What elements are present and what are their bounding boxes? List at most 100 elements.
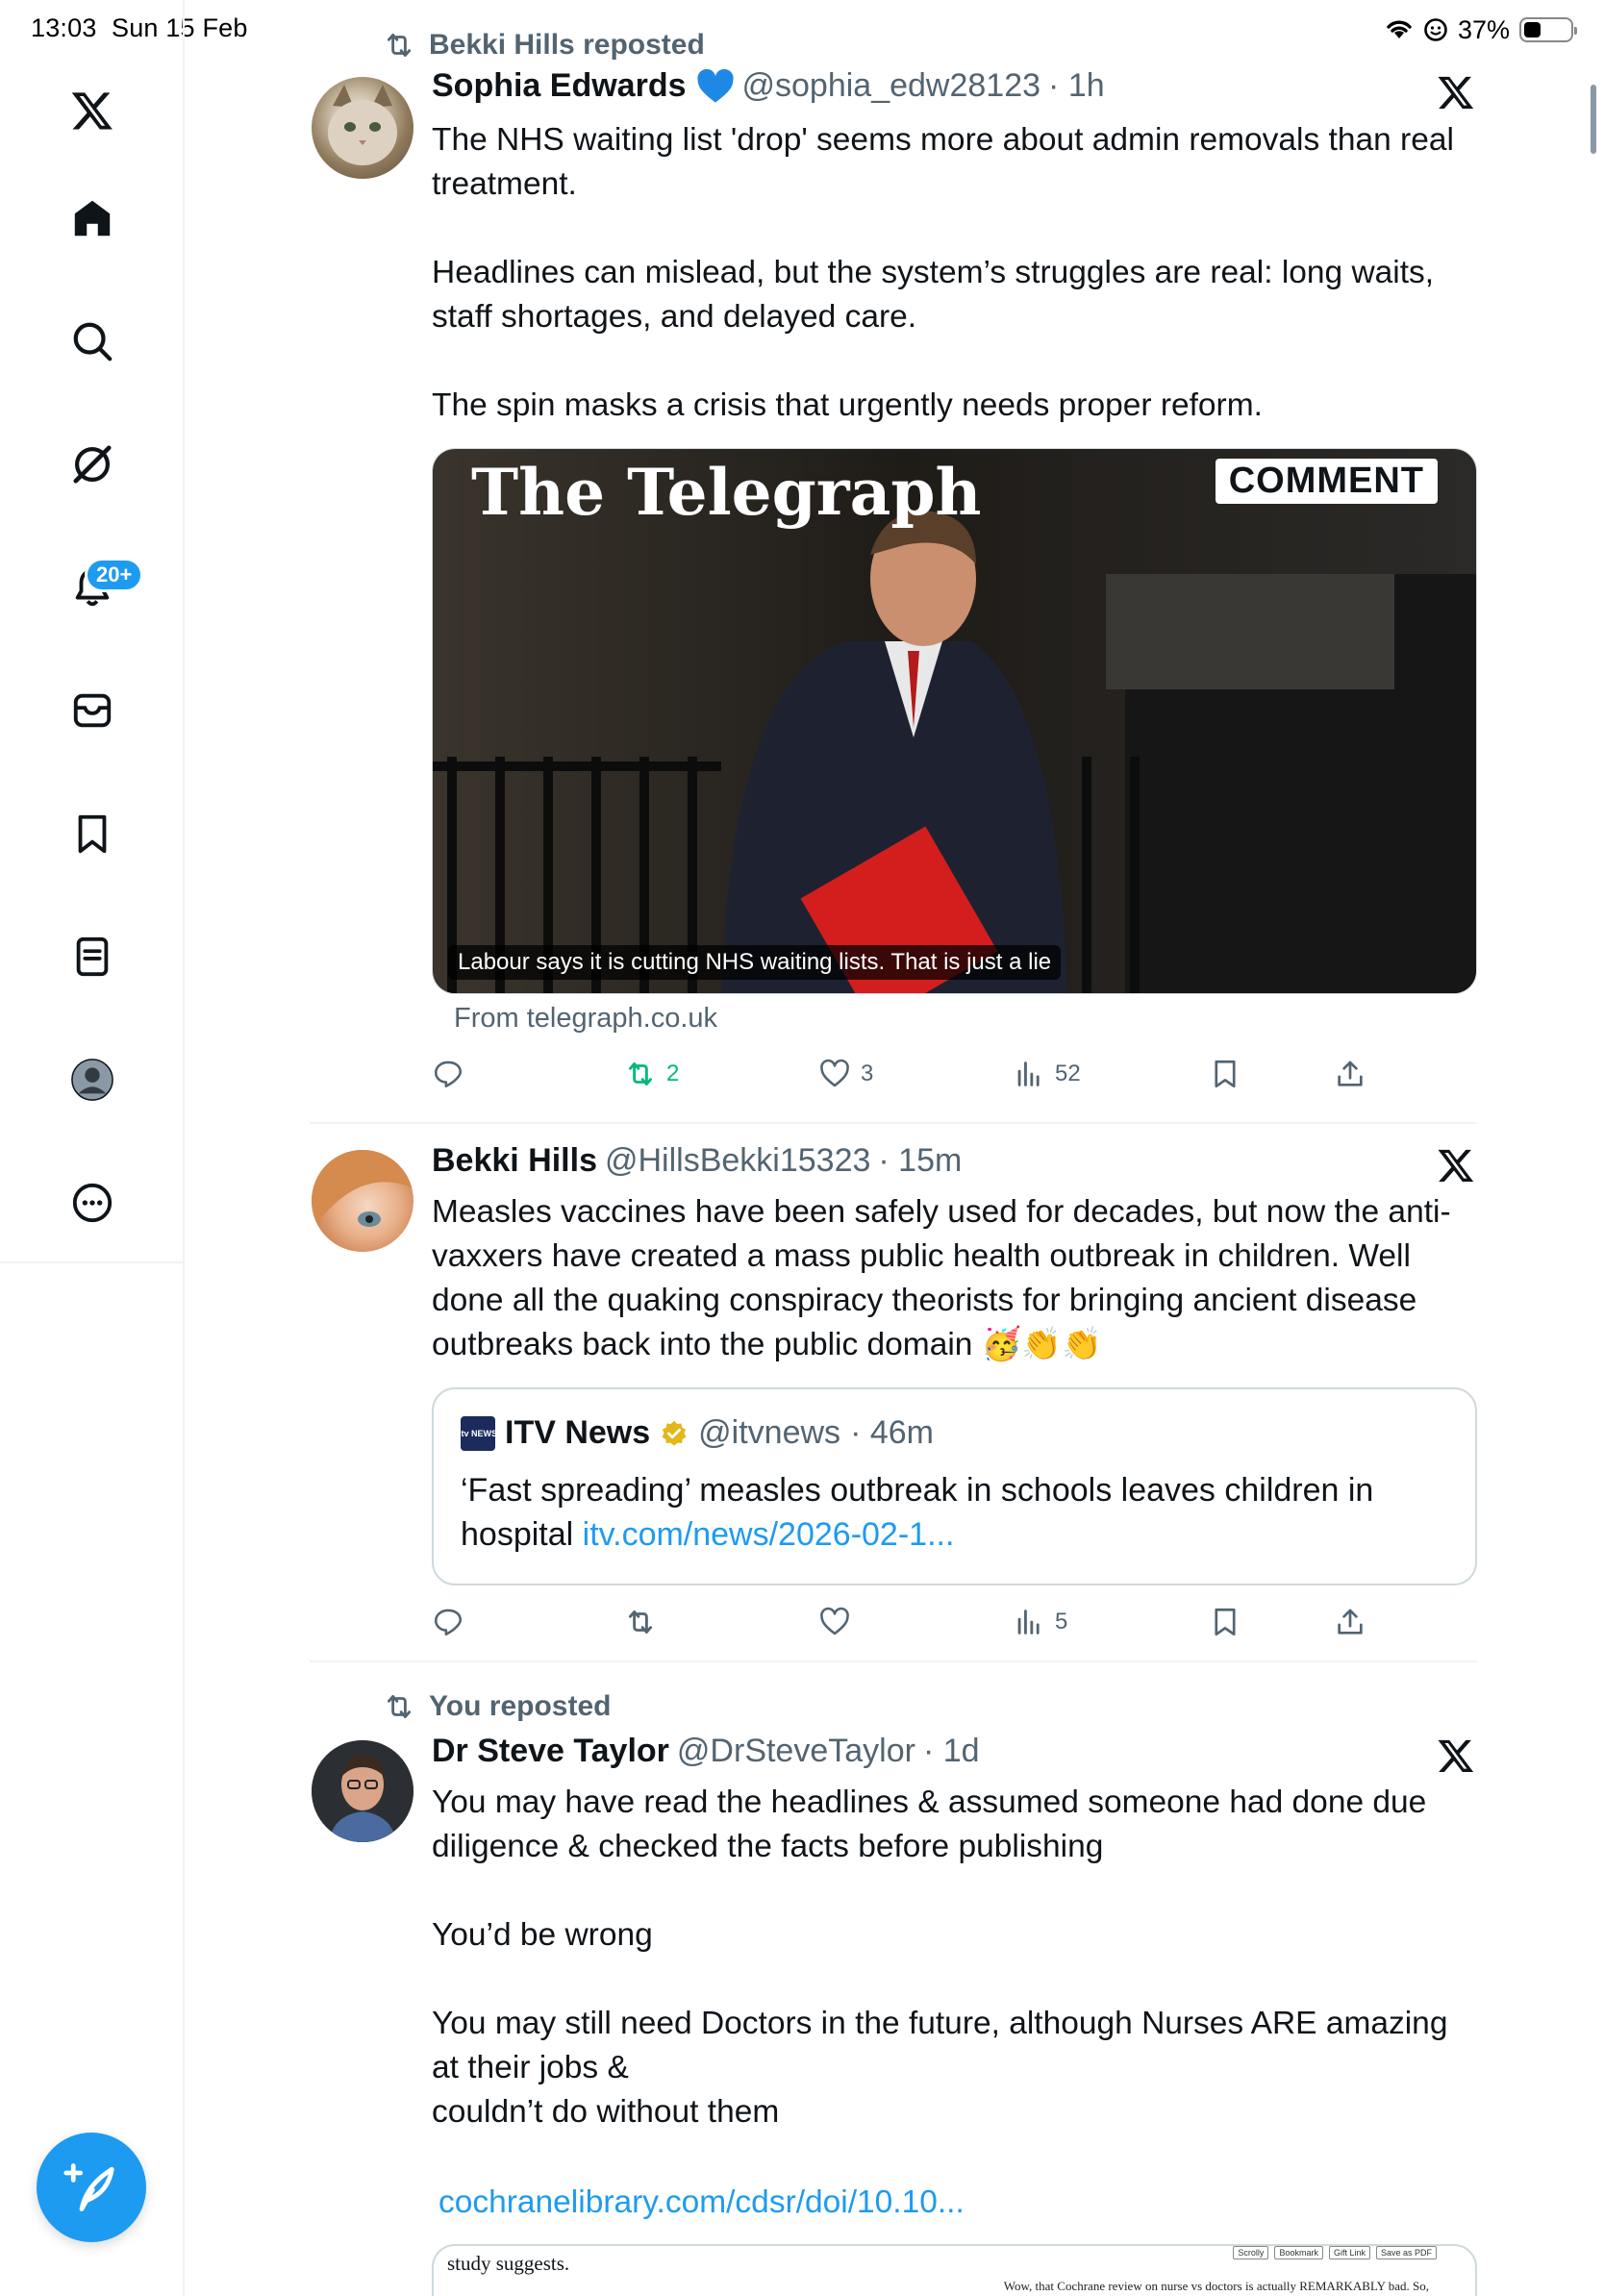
- reply-button[interactable]: [432, 1058, 464, 1090]
- author-handle[interactable]: @sophia_edw28123: [742, 67, 1041, 105]
- avatar[interactable]: [312, 1150, 414, 1252]
- preview-tool: Bookmark: [1274, 2246, 1323, 2259]
- home-icon[interactable]: [63, 188, 122, 248]
- status-right: 37%: [1385, 13, 1577, 46]
- article-image[interactable]: The Telegraph COMMENT Labour says it is …: [432, 448, 1477, 994]
- blue-heart-icon: [696, 68, 734, 103]
- telegraph-masthead: The Telegraph: [471, 455, 982, 530]
- tweet-time: · 1d: [922, 1733, 980, 1769]
- tweet-divider: [310, 1122, 1477, 1124]
- like-button[interactable]: 3: [818, 1058, 873, 1090]
- views-count: 5: [1055, 1609, 1068, 1635]
- repost-button[interactable]: 2: [624, 1058, 679, 1090]
- share-button[interactable]: [1334, 1058, 1366, 1090]
- search-icon[interactable]: [63, 312, 122, 371]
- quote-author-name[interactable]: ITV News: [505, 1414, 650, 1452]
- share-icon: [1338, 1061, 1363, 1086]
- repost-icon: [628, 1061, 653, 1086]
- preview-text: study suggests.: [447, 2252, 570, 2275]
- messages-icon[interactable]: [63, 681, 122, 740]
- share-button[interactable]: [1334, 1606, 1366, 1638]
- tweet-actions: 5: [432, 1606, 1393, 1644]
- quote-time: · 46m: [850, 1414, 934, 1451]
- preview-note: Wow, that Cochrane review on nurse vs do…: [1003, 2279, 1429, 2293]
- preview-tool: Save as PDF: [1375, 2246, 1437, 2259]
- battery-level: [1524, 22, 1541, 37]
- focus-smiley-icon: [1424, 18, 1447, 41]
- avatar[interactable]: [312, 1740, 414, 1842]
- heart-icon: [820, 1607, 849, 1635]
- author-name[interactable]: Bekki Hills: [432, 1142, 597, 1180]
- repost-count: 2: [666, 1061, 680, 1086]
- wifi-icon: [1387, 20, 1412, 38]
- x-logo-icon[interactable]: [63, 81, 122, 140]
- tweet-time: · 15m: [878, 1142, 963, 1179]
- tweet-time: · 1h: [1048, 67, 1105, 104]
- quoted-tweet[interactable]: itv NEWS ITV News @itvnews · 46m ‘Fast s…: [432, 1387, 1477, 1585]
- tweet-header: Bekki Hills @HillsBekki15323 · 15m: [432, 1142, 962, 1180]
- tweet-text: Measles vaccines have been safely used f…: [432, 1194, 1451, 1362]
- author-handle[interactable]: @DrSteveTaylor: [677, 1733, 915, 1770]
- link-preview-card[interactable]: study suggests. Scrolly Bookmark Gift Li…: [432, 2244, 1477, 2296]
- views-icon: [1017, 1061, 1040, 1086]
- comment-tag: COMMENT: [1215, 459, 1438, 504]
- views-icon: [1017, 1610, 1040, 1635]
- article-caption: Labour says it is cutting NHS waiting li…: [448, 945, 1062, 980]
- heart-icon: [820, 1059, 849, 1087]
- tweet-text: You may have read the headlines & assume…: [432, 1784, 1448, 2130]
- reply-icon: [434, 1609, 463, 1636]
- repost-indicator: Bekki Hills reposted: [383, 29, 705, 62]
- grok-icon[interactable]: [63, 435, 122, 494]
- profile-avatar-icon[interactable]: [63, 1050, 122, 1110]
- sidebar-divider: [0, 1261, 185, 1263]
- tweet-actions: 2 3 52: [432, 1058, 1393, 1096]
- bookmark-button[interactable]: [1209, 1606, 1241, 1638]
- author-name[interactable]: Dr Steve Taylor: [432, 1733, 669, 1770]
- preview-toolbar: Scrolly Bookmark Gift Link Save as PDF: [1233, 2246, 1437, 2259]
- x-logo-icon[interactable]: [1437, 1736, 1475, 1775]
- views-count: 52: [1055, 1061, 1081, 1086]
- repost-button[interactable]: [624, 1606, 657, 1638]
- quote-link[interactable]: itv.com/news/2026-02-1...: [583, 1516, 955, 1553]
- x-logo-icon[interactable]: [1437, 1146, 1475, 1185]
- avatar[interactable]: [312, 77, 414, 179]
- notification-badge: 20+: [85, 558, 144, 592]
- sidebar: 20+: [0, 0, 185, 2296]
- article-photo: [433, 449, 1476, 993]
- quote-author-handle[interactable]: @itvnews: [698, 1414, 840, 1452]
- reply-icon: [434, 1061, 463, 1088]
- tweet-header: Sophia Edwards @sophia_edw28123 · 1h: [432, 67, 1105, 105]
- battery-icon: [1519, 17, 1577, 42]
- x-logo-icon[interactable]: [1437, 73, 1475, 112]
- bookmarks-icon[interactable]: [63, 804, 122, 863]
- bookmark-icon: [1215, 1060, 1236, 1088]
- author-name[interactable]: Sophia Edwards: [432, 67, 687, 105]
- like-count: 3: [861, 1061, 874, 1086]
- tweet-text: The NHS waiting list 'drop' seems more a…: [432, 122, 1454, 423]
- itv-news-logo: itv NEWS: [459, 1415, 497, 1451]
- reply-button[interactable]: [432, 1606, 464, 1638]
- repost-indicator: You reposted: [383, 1690, 611, 1723]
- tweet-link[interactable]: cochranelibrary.com/cdsr/doi/10.10...: [439, 2181, 1487, 2225]
- views-button[interactable]: 5: [1013, 1606, 1067, 1638]
- battery-percent: 37%: [1457, 14, 1510, 44]
- compose-post-icon: [63, 2163, 114, 2211]
- quote-header: itv NEWS ITV News @itvnews · 46m: [459, 1414, 934, 1452]
- compose-post-button[interactable]: [37, 2133, 146, 2242]
- scrollbar[interactable]: [1591, 85, 1596, 154]
- views-button[interactable]: 52: [1013, 1058, 1081, 1090]
- person-avatar-image: [312, 1150, 414, 1227]
- preview-tool: Scrolly: [1233, 2246, 1269, 2259]
- repost-icon: [387, 1694, 412, 1719]
- preview-tool: Gift Link: [1328, 2246, 1370, 2259]
- bookmark-icon: [1215, 1608, 1236, 1636]
- lists-icon[interactable]: [63, 927, 122, 986]
- article-source[interactable]: From telegraph.co.uk: [454, 1003, 717, 1035]
- person-avatar-image: [312, 1740, 414, 1842]
- more-icon[interactable]: [63, 1173, 122, 1233]
- tweet-header: Dr Steve Taylor @DrSteveTaylor · 1d: [432, 1733, 980, 1770]
- like-button[interactable]: [818, 1606, 851, 1638]
- bookmark-button[interactable]: [1209, 1058, 1241, 1090]
- author-handle[interactable]: @HillsBekki15323: [605, 1142, 870, 1180]
- share-icon: [1338, 1609, 1363, 1635]
